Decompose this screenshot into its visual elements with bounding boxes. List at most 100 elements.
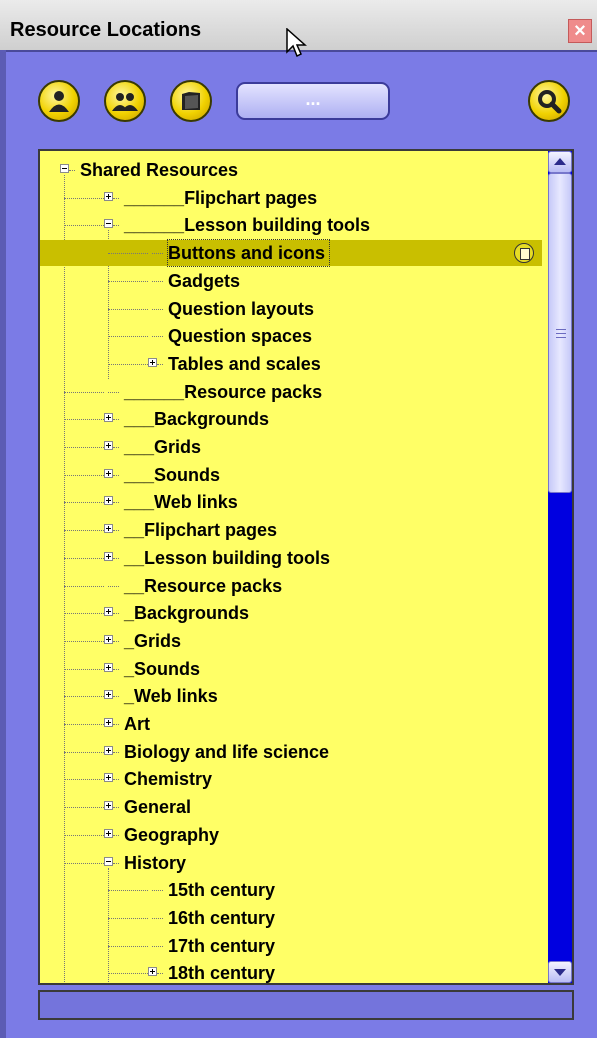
tree-item-label: ___Sounds xyxy=(124,464,221,485)
tree-item[interactable]: ___Web links xyxy=(40,489,542,515)
tree-connector xyxy=(64,640,104,642)
tree-item-label: ___Grids xyxy=(124,437,202,457)
scroll-up-button[interactable] xyxy=(548,151,572,173)
expand-icon[interactable] xyxy=(104,441,113,450)
tree-item-label: 18th century xyxy=(168,963,276,984)
tree-connector xyxy=(108,945,148,947)
tree-connector xyxy=(64,585,104,587)
tree-connector xyxy=(64,474,104,476)
tree-item[interactable]: __Flipchart pages xyxy=(40,517,542,543)
tree-item[interactable]: 18th century xyxy=(40,960,542,984)
tree-item[interactable]: Buttons and icons xyxy=(40,239,542,268)
tree-item-label: Geography xyxy=(124,824,220,845)
collapse-icon[interactable] xyxy=(104,856,113,866)
expand-icon[interactable] xyxy=(104,718,113,727)
tree-connector xyxy=(64,447,104,448)
expand-icon[interactable] xyxy=(104,801,113,811)
tree-item[interactable]: Chemistry xyxy=(40,766,542,792)
tree-item[interactable]: ______Lesson building tools xyxy=(40,212,542,238)
collapse-icon[interactable] xyxy=(104,219,113,229)
group-icon xyxy=(112,93,138,111)
expand-icon[interactable] xyxy=(104,690,113,700)
tree-item[interactable]: Geography xyxy=(40,822,542,848)
tree-connector xyxy=(64,779,104,781)
folder-button[interactable] xyxy=(170,80,212,122)
expand-icon[interactable] xyxy=(104,828,113,838)
tree-connector xyxy=(108,336,148,338)
tree-item[interactable]: __Resource packs xyxy=(40,573,542,599)
expand-icon[interactable] xyxy=(148,967,157,977)
tree-connector xyxy=(64,391,104,393)
expand-icon[interactable] xyxy=(104,191,113,201)
tree-item[interactable]: _Web links xyxy=(40,683,542,709)
vertical-scrollbar[interactable] xyxy=(548,151,572,983)
tree-item[interactable]: _Grids xyxy=(40,628,542,654)
expand-icon[interactable] xyxy=(104,551,113,561)
tree-item[interactable]: 17th century xyxy=(40,933,542,959)
tree-item[interactable]: 16th century xyxy=(40,905,542,931)
expand-icon[interactable] xyxy=(104,468,113,478)
search-icon xyxy=(538,90,562,114)
tree-item-label: __Resource packs xyxy=(124,575,283,596)
tree-item[interactable]: Tables and scales xyxy=(40,351,542,377)
expand-icon[interactable] xyxy=(104,524,113,534)
tree-connector xyxy=(64,613,104,615)
shared-resources-button[interactable] xyxy=(104,80,146,122)
tree-item-label: ___Backgrounds xyxy=(124,409,270,430)
tree-connector xyxy=(108,363,148,365)
expand-icon[interactable] xyxy=(104,607,113,617)
tree-item[interactable]: ___Grids xyxy=(40,434,542,460)
scroll-thumb[interactable] xyxy=(548,173,572,493)
tree-item[interactable]: _Backgrounds xyxy=(40,600,542,626)
tree-connector xyxy=(64,197,104,199)
tree-item[interactable]: ______Flipchart pages xyxy=(40,185,542,211)
close-button[interactable]: × xyxy=(568,19,592,43)
user-icon xyxy=(49,91,69,112)
tree-item[interactable]: 15th century xyxy=(40,877,542,903)
tree-item-label: ______Resource packs xyxy=(124,381,323,402)
tree-item[interactable]: Shared Resources xyxy=(40,157,542,183)
expand-icon[interactable] xyxy=(104,634,113,644)
tree-item-label: 16th century xyxy=(168,907,276,928)
mouse-cursor-icon xyxy=(286,28,307,58)
tree-item[interactable]: Question layouts xyxy=(40,296,542,322)
tree-item-label: Question spaces xyxy=(168,326,313,347)
search-button[interactable] xyxy=(528,80,570,122)
browse-button[interactable]: ... xyxy=(236,82,390,120)
tree-connector xyxy=(64,807,104,809)
my-resources-button[interactable] xyxy=(38,80,80,122)
tree-item-label: Question layouts xyxy=(168,298,315,319)
expand-icon[interactable] xyxy=(104,773,113,783)
collapse-icon[interactable] xyxy=(60,164,69,173)
tree-item[interactable]: Gadgets xyxy=(40,268,542,294)
tree-connector xyxy=(64,751,104,753)
tree-connector xyxy=(64,696,104,698)
item-properties-icon[interactable] xyxy=(514,243,534,264)
tree-item[interactable]: ___Backgrounds xyxy=(40,406,542,432)
tree-item-label: Art xyxy=(124,714,150,734)
tree-item[interactable]: Art xyxy=(40,711,542,737)
tree-item-label: ______Flipchart pages xyxy=(124,187,318,208)
tree-item[interactable]: _Sounds xyxy=(40,656,542,682)
tree-item-label: ______Lesson building tools xyxy=(124,215,371,236)
tree-connector xyxy=(64,419,104,421)
expand-icon[interactable] xyxy=(148,357,157,367)
tree-item[interactable]: Question spaces xyxy=(40,323,542,349)
tree-item-label: History xyxy=(124,852,187,873)
expand-icon[interactable] xyxy=(104,662,113,672)
tree-connector xyxy=(108,890,148,892)
tree-item-label: General xyxy=(124,797,192,818)
tree-item[interactable]: History xyxy=(40,850,542,876)
expand-icon[interactable] xyxy=(104,745,113,755)
expand-icon[interactable] xyxy=(104,413,113,423)
expand-icon[interactable] xyxy=(104,496,113,506)
tree-item[interactable]: ______Resource packs xyxy=(40,379,542,405)
tree-connector xyxy=(108,973,148,975)
tree-item[interactable]: __Lesson building tools xyxy=(40,545,542,571)
tree-item[interactable]: General xyxy=(40,794,542,820)
tree-item-label: Shared Resources xyxy=(80,160,239,180)
tree-item[interactable]: Biology and life science xyxy=(40,739,542,765)
tree-item-label: __Flipchart pages xyxy=(124,520,278,541)
scroll-down-button[interactable] xyxy=(548,961,572,983)
tree-item[interactable]: ___Sounds xyxy=(40,462,542,488)
